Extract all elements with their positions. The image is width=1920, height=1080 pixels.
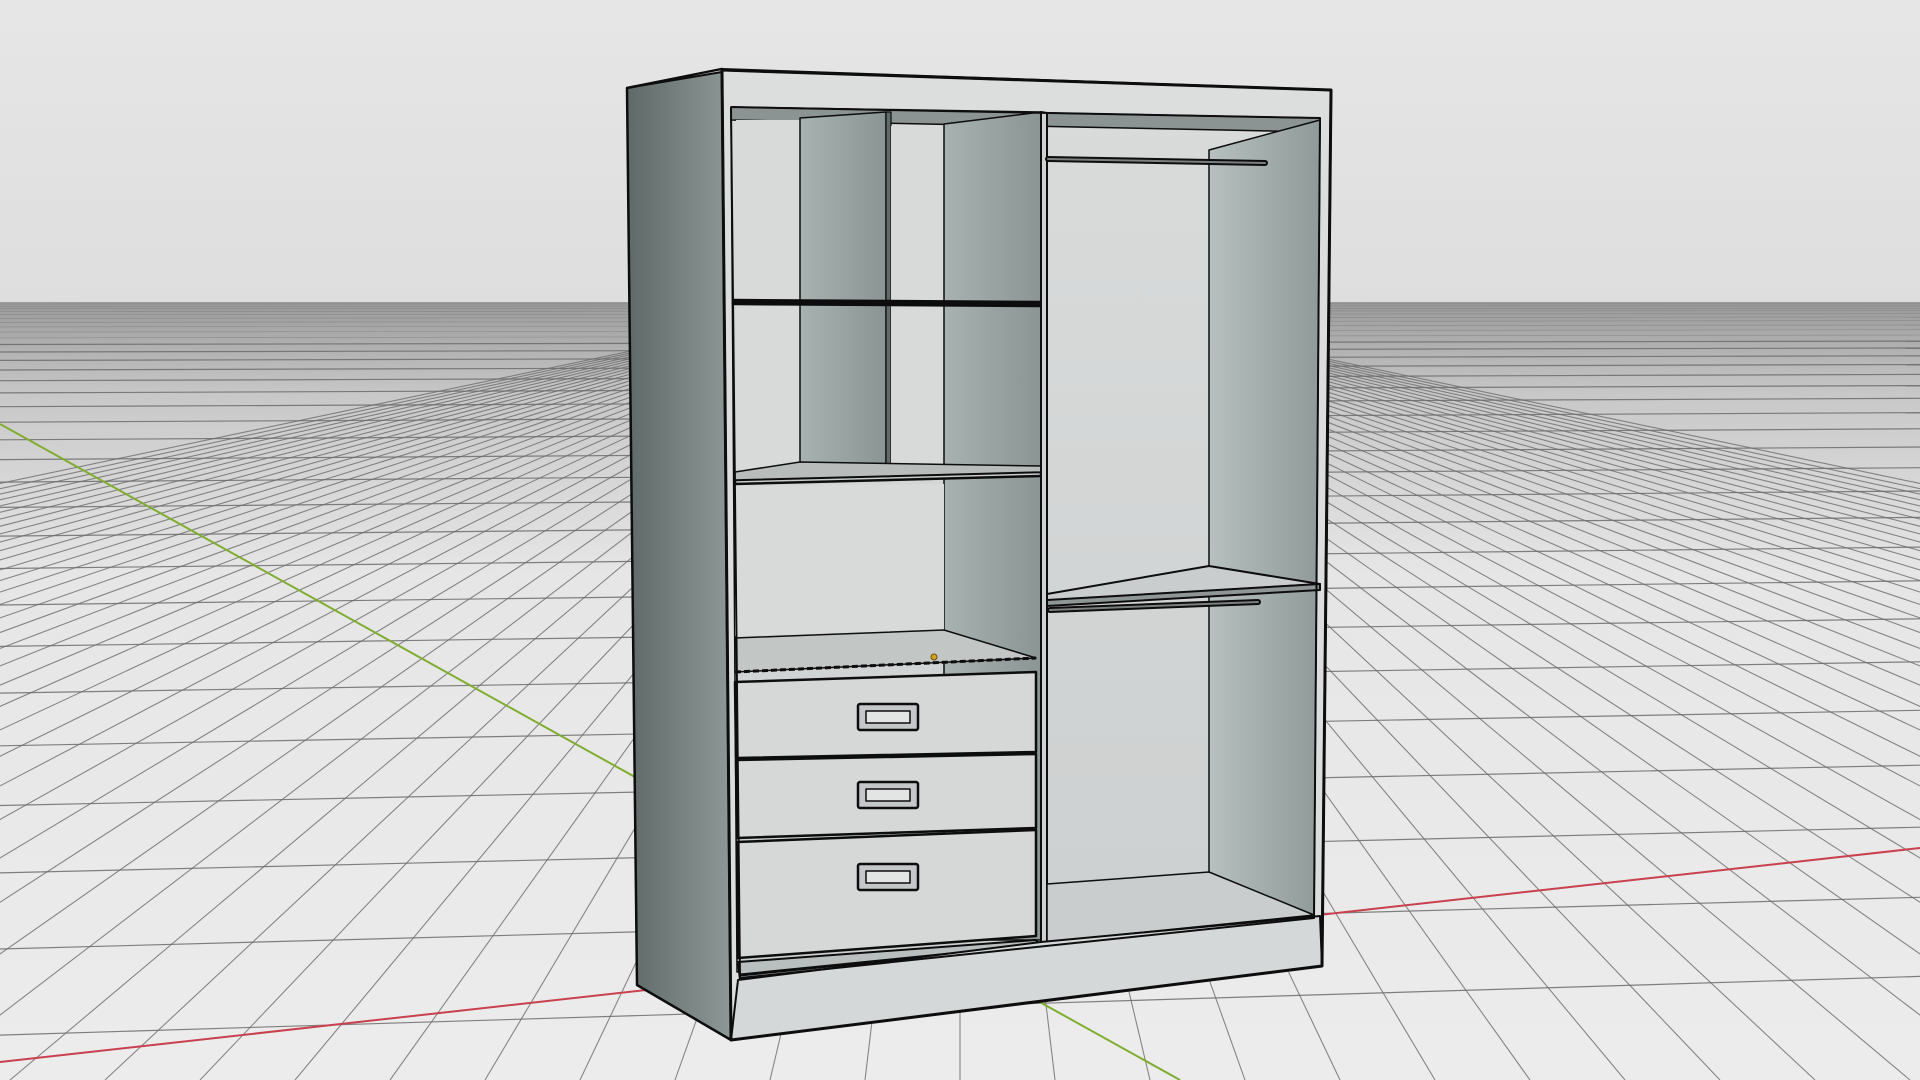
left-shelf-1-edge — [732, 300, 1042, 306]
drawer-pull-icon — [865, 788, 911, 802]
viewport-canvas[interactable] — [0, 0, 1920, 1080]
left-side-panel[interactable] — [625, 67, 733, 1042]
drawer-2-handle[interactable] — [856, 780, 920, 810]
3d-viewport[interactable] — [0, 0, 1920, 1080]
right-inner-wall — [1208, 119, 1321, 916]
wardrobe-model[interactable] — [625, 67, 1333, 1042]
lower-left-back — [735, 484, 944, 636]
drawer-pull-icon — [865, 870, 911, 884]
drawer-1-handle[interactable] — [856, 702, 920, 732]
upper-divider-right-face — [885, 111, 892, 475]
drawer-3-front[interactable] — [735, 828, 1038, 960]
upper-divider-left-face — [799, 111, 887, 475]
upper-hanging-rail[interactable] — [1045, 156, 1268, 166]
drawer-3-handle[interactable] — [856, 862, 920, 892]
left-inner-wall — [736, 120, 800, 470]
center-divider-front[interactable] — [1040, 111, 1048, 943]
origin-marker-icon[interactable] — [930, 653, 938, 661]
drawer-pull-icon — [865, 710, 911, 724]
